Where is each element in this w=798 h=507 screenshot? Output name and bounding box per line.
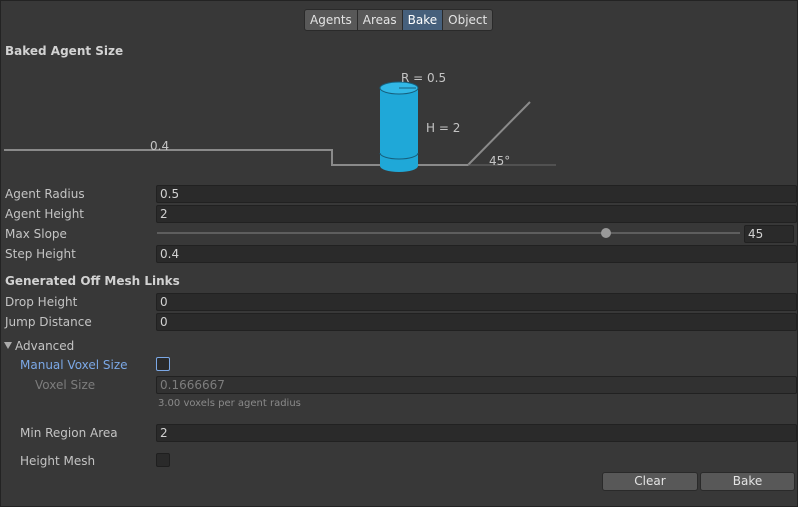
max-slope-label: Max Slope (5, 227, 67, 241)
bake-button[interactable]: Bake (700, 472, 795, 491)
max-slope-slider-thumb[interactable] (600, 228, 611, 238)
voxel-size-hint: 3.00 voxels per agent radius (158, 398, 301, 409)
radius-label: R = 0.5 (401, 71, 446, 85)
agent-height-input[interactable]: 2 (156, 205, 797, 223)
agent-size-diagram: 0.4 R = 0.5 H = 2 45° (4, 71, 556, 172)
voxel-size-label: Voxel Size (35, 378, 96, 392)
advanced-foldout-label[interactable]: Advanced (15, 338, 74, 354)
slope-label: 45° (489, 154, 510, 168)
tab-areas[interactable]: Areas (356, 9, 403, 31)
height-mesh-checkbox[interactable] (156, 453, 170, 467)
step-height-field-label: Step Height (5, 247, 76, 261)
drop-height-input[interactable]: 0 (156, 293, 797, 311)
min-region-area-input[interactable]: 2 (156, 424, 797, 442)
jump-distance-input[interactable]: 0 (156, 313, 797, 331)
step-height-label: 0.4 (150, 139, 169, 153)
tab-bar: Agents Areas Bake Object (304, 9, 494, 31)
manual-voxel-size-checkbox[interactable] (156, 357, 170, 371)
agent-cylinder (379, 81, 419, 172)
voxel-size-input: 0.1666667 (156, 376, 797, 394)
tab-bake[interactable]: Bake (401, 9, 444, 31)
max-slope-slider-track[interactable] (157, 232, 740, 234)
tab-object[interactable]: Object (442, 9, 494, 31)
drop-height-label: Drop Height (5, 295, 78, 309)
max-slope-input[interactable]: 45 (744, 225, 794, 243)
agent-radius-label: Agent Radius (5, 187, 85, 201)
baked-agent-size-title: Baked Agent Size (5, 44, 124, 58)
agent-height-label: Agent Height (5, 207, 85, 221)
manual-voxel-size-label: Manual Voxel Size (20, 358, 128, 372)
min-region-area-label: Min Region Area (20, 426, 118, 440)
advanced-foldout-arrow-icon[interactable] (4, 342, 12, 349)
step-height-input[interactable]: 0.4 (156, 245, 797, 263)
jump-distance-label: Jump Distance (5, 315, 92, 329)
tab-agents[interactable]: Agents (304, 9, 358, 31)
height-mesh-label: Height Mesh (20, 454, 96, 468)
agent-radius-input[interactable]: 0.5 (156, 185, 797, 203)
clear-button[interactable]: Clear (602, 472, 698, 491)
height-label: H = 2 (426, 121, 460, 135)
off-mesh-links-title: Generated Off Mesh Links (5, 274, 180, 288)
